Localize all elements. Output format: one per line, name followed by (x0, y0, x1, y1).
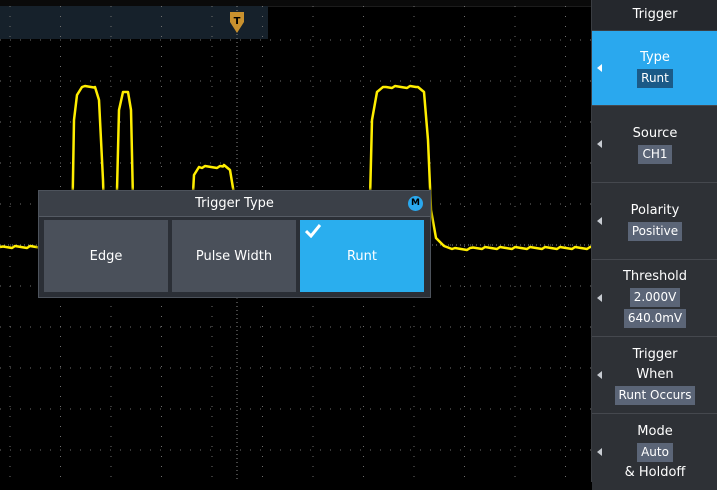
dialog-title: Trigger Type (195, 196, 274, 211)
menu-item-value: CH1 (638, 144, 672, 164)
menu-item-value-lower: 640.0mV (623, 309, 687, 328)
menu-item-trigger-when[interactable]: Trigger When Runt Occurs (592, 337, 717, 414)
menu-item-label: Threshold (622, 269, 688, 284)
left-arrow-icon (597, 64, 602, 72)
menu-item-value-upper: 2.000V (629, 288, 681, 307)
menu-item-value: Positive (627, 221, 683, 241)
left-arrow-icon (597, 371, 602, 379)
menu-item-type[interactable]: Type Runt (592, 31, 717, 106)
menu-item-polarity[interactable]: Polarity Positive (592, 183, 717, 260)
menu-item-value: Runt (637, 68, 673, 88)
option-pulse-width[interactable]: Pulse Width (172, 220, 296, 292)
menu-item-label: Source (632, 125, 678, 141)
menu-item-label: Mode (637, 423, 673, 439)
menu-item-label-suffix: & Holdoff (624, 464, 686, 480)
option-edge[interactable]: Edge (44, 220, 168, 292)
left-arrow-icon (597, 294, 602, 302)
menu-item-value: Auto (637, 442, 673, 462)
menu-item-label: Polarity (630, 202, 680, 218)
option-label: Runt (346, 248, 378, 264)
option-label: Edge (89, 248, 123, 264)
menu-item-label-line1: Trigger (632, 346, 678, 362)
menu-item-label-line2: When (636, 366, 674, 382)
check-icon (305, 224, 321, 238)
left-arrow-icon (597, 448, 602, 456)
menu-badge-icon: M (408, 196, 423, 211)
left-arrow-icon (597, 217, 602, 225)
menu-item-label: Type (640, 49, 670, 65)
waveform-display[interactable]: T Trigger Type M Edge Pulse Width Runt (0, 0, 591, 482)
trigger-position-icon[interactable]: T (229, 12, 245, 34)
option-runt[interactable]: Runt (300, 220, 424, 292)
dialog-header: Trigger Type M (39, 191, 430, 217)
menu-item-source[interactable]: Source CH1 (592, 106, 717, 183)
menu-item-mode-holdoff[interactable]: Mode Auto & Holdoff (592, 414, 717, 490)
left-arrow-icon (597, 140, 602, 148)
trigger-type-dialog: Trigger Type M Edge Pulse Width Runt (38, 190, 431, 298)
option-label: Pulse Width (195, 248, 273, 264)
menu-item-threshold[interactable]: Threshold 2.000V 640.0mV (592, 260, 717, 337)
menu-item-value: Runt Occurs (614, 385, 696, 405)
side-menu-title: Trigger (592, 0, 717, 31)
trigger-marker-label: T (234, 16, 241, 27)
trigger-side-menu: Trigger Type Runt Source CH1 Polarity Po… (591, 0, 717, 490)
